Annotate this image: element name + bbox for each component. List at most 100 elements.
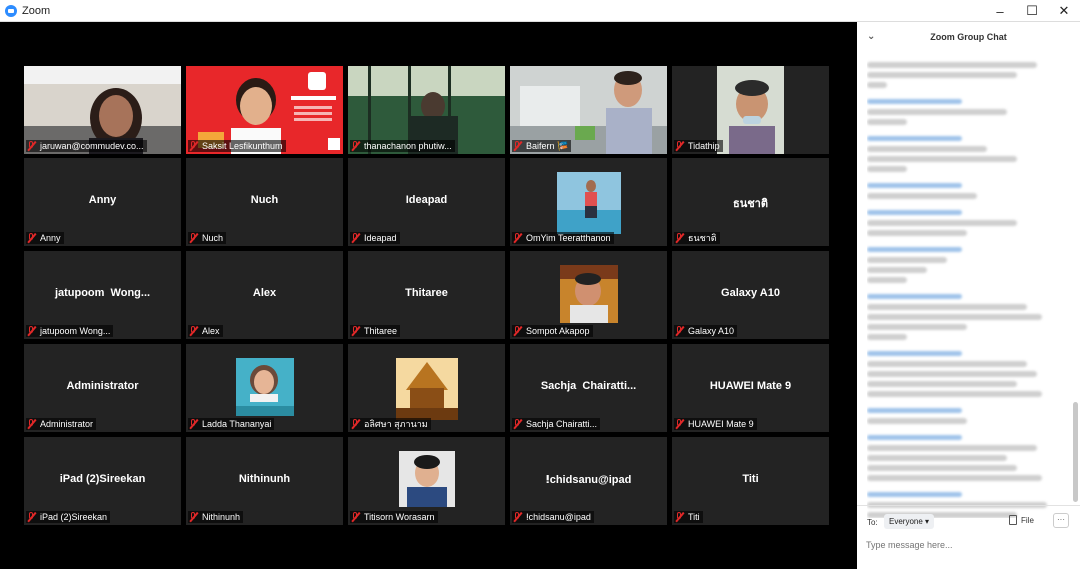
participant-tile[interactable]: Titisorn Worasarn: [348, 437, 505, 525]
maximize-button[interactable]: ☐: [1016, 0, 1048, 22]
participant-name-label: thanachanon phutiw...: [350, 140, 455, 152]
participant-tile[interactable]: thanachanon phutiw...: [348, 66, 505, 154]
muted-mic-icon: [675, 511, 685, 523]
participant-display-name: Galaxy A10: [721, 287, 780, 299]
participant-display-name: Nithinunh: [238, 473, 291, 485]
participant-tile[interactable]: Sachja Chairatti... Sachja Chairatti...: [510, 344, 667, 432]
muted-mic-icon: [351, 418, 361, 430]
to-label: To:: [867, 518, 878, 527]
close-button[interactable]: ✕: [1048, 0, 1080, 22]
participant-display-name: jatupoom Wong...: [54, 287, 151, 299]
chat-scrollbar[interactable]: [1073, 402, 1078, 502]
chat-message-list[interactable]: [867, 58, 1062, 518]
participant-name-label: Titisorn Worasarn: [350, 511, 438, 523]
chat-message-text: [867, 381, 1017, 387]
participant-tile[interactable]: Tidathip: [672, 66, 829, 154]
muted-mic-icon: [351, 511, 361, 523]
chat-message-text: [867, 277, 907, 283]
window-controls: – ☐ ✕: [984, 0, 1080, 22]
participant-tile[interactable]: iPad (2)Sireekan iPad (2)Sireekan: [24, 437, 181, 525]
chat-message-sender: [867, 136, 962, 141]
participant-name-label: Sachja Chairatti...: [512, 418, 601, 430]
participant-display-name: Sachja Chairatti...: [540, 380, 637, 392]
chat-message-sender: [867, 247, 962, 252]
chevron-down-icon[interactable]: ⌄: [867, 31, 875, 42]
chat-message-text: [867, 445, 1037, 451]
muted-mic-icon: [27, 511, 37, 523]
participant-tile[interactable]: Ideapad Ideapad: [348, 158, 505, 246]
participant-tile[interactable]: Sompot Akapop: [510, 251, 667, 339]
participant-display-name: HUAWEI Mate 9: [709, 380, 792, 392]
chat-message-text: [867, 361, 1027, 367]
chat-message-sender: [867, 435, 962, 440]
chat-message-text: [867, 304, 1027, 310]
muted-mic-icon: [189, 325, 199, 337]
participant-tile[interactable]: OmYim Teeratthanon: [510, 158, 667, 246]
participant-tile[interactable]: Baifern 🎏: [510, 66, 667, 154]
minimize-button[interactable]: –: [984, 0, 1016, 22]
chat-panel: ⌄ Zoom Group Chat To: Everyone ▾ File ··…: [857, 22, 1080, 569]
file-button[interactable]: File: [1009, 515, 1034, 525]
chat-message-text: [867, 156, 1017, 162]
chat-message-text: [867, 334, 907, 340]
participant-tile[interactable]: jatupoom Wong... jatupoom Wong...: [24, 251, 181, 339]
participant-name-label: OmYim Teeratthanon: [512, 232, 614, 244]
chat-message-text: [867, 391, 1042, 397]
chat-message-sender: [867, 99, 962, 104]
chat-message-text: [867, 220, 1017, 226]
chat-message-text: [867, 257, 947, 263]
participant-tile[interactable]: ธนชาติ ธนชาติ: [672, 158, 829, 246]
participant-display-name: Ideapad: [405, 194, 448, 206]
chat-message-text: [867, 230, 967, 236]
participant-display-name: Nuch: [250, 194, 279, 206]
muted-mic-icon: [351, 140, 361, 152]
muted-mic-icon: [675, 140, 685, 152]
chat-message-sender: [867, 210, 962, 215]
muted-mic-icon: [675, 232, 685, 244]
muted-mic-icon: [513, 418, 523, 430]
participant-tile[interactable]: HUAWEI Mate 9 HUAWEI Mate 9: [672, 344, 829, 432]
participant-display-name: ⵑchidsanu@ipad: [545, 474, 632, 486]
muted-mic-icon: [27, 232, 37, 244]
participant-tile[interactable]: ⵑchidsanu@ipad ⵑchidsanu@ipad: [510, 437, 667, 525]
file-label: File: [1021, 515, 1034, 525]
muted-mic-icon: [351, 325, 361, 337]
more-options-button[interactable]: ···: [1053, 513, 1069, 528]
chat-message-input[interactable]: [866, 536, 1071, 554]
participant-name-label: jatupoom Wong...: [26, 325, 114, 337]
participant-name-label: ⵑchidsanu@ipad: [512, 511, 594, 523]
chat-message-text: [867, 418, 967, 424]
chat-message-text: [867, 166, 907, 172]
participant-tile[interactable]: Nuch Nuch: [186, 158, 343, 246]
chat-message-text: [867, 324, 967, 330]
muted-mic-icon: [675, 325, 685, 337]
muted-mic-icon: [351, 232, 361, 244]
participant-name-label: Administrator: [26, 418, 97, 430]
participant-tile[interactable]: Alex Alex: [186, 251, 343, 339]
muted-mic-icon: [27, 325, 37, 337]
participant-tile[interactable]: Administrator Administrator: [24, 344, 181, 432]
muted-mic-icon: [27, 418, 37, 430]
chat-message-text: [867, 109, 1007, 115]
participant-tile[interactable]: Titi Titi: [672, 437, 829, 525]
chat-message-text: [867, 371, 1037, 377]
recipient-select[interactable]: Everyone ▾: [884, 514, 935, 529]
muted-mic-icon: [513, 232, 523, 244]
participant-tile[interactable]: Thitaree Thitaree: [348, 251, 505, 339]
participant-tile[interactable]: Nithinunh Nithinunh: [186, 437, 343, 525]
participant-display-name: Alex: [252, 287, 277, 299]
participant-tile[interactable]: Galaxy A10 Galaxy A10: [672, 251, 829, 339]
participant-tile[interactable]: Saksit Lesfikunthum: [186, 66, 343, 154]
participant-name-label: iPad (2)Sireekan: [26, 511, 111, 523]
muted-mic-icon: [513, 511, 523, 523]
participant-tile[interactable]: อลิศษา สุภานาม: [348, 344, 505, 432]
participant-avatar: [559, 265, 618, 328]
participant-name-label: Saksit Lesfikunthum: [188, 140, 286, 152]
chat-footer: To: Everyone ▾ File ···: [857, 505, 1080, 569]
participant-tile[interactable]: Anny Anny: [24, 158, 181, 246]
chat-message-text: [867, 72, 1017, 78]
participant-tile[interactable]: Ladda Thananyai: [186, 344, 343, 432]
participant-name-label: Ladda Thananyai: [188, 418, 275, 430]
participant-tile[interactable]: jaruwan@commudev.co...: [24, 66, 181, 154]
chat-message-text: [867, 314, 1042, 320]
